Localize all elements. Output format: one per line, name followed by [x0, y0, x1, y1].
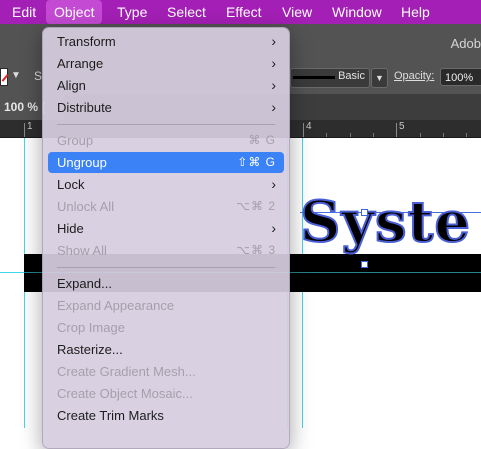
chevron-down-icon[interactable]: ▼ — [9, 68, 23, 84]
menu-item-shortcut: ⇧⌘ G — [237, 155, 276, 169]
chevron-right-icon: › — [271, 77, 276, 93]
stroke-profile-dropdown[interactable]: ▼ — [371, 68, 388, 88]
menu-item-hide[interactable]: Hide › — [48, 218, 284, 239]
ruler-tick — [24, 123, 25, 137]
menu-item-label: Arrange — [57, 56, 104, 71]
chevron-right-icon: › — [271, 176, 276, 192]
stroke-profile-label: Basic — [338, 70, 365, 82]
ruler-tick — [303, 123, 304, 137]
menu-item-label: Create Object Mosaic... — [57, 386, 193, 401]
menu-item-create-object-mosaic[interactable]: Create Object Mosaic... — [48, 383, 284, 404]
menu-item-unlock-all[interactable]: Unlock All ⌥⌘ 2 — [48, 196, 284, 217]
menu-item-label: Hide — [57, 221, 84, 236]
opacity-label[interactable]: Opacity: — [394, 70, 434, 82]
object-menu-dropdown: Transform › Arrange › Align › Distribute… — [42, 27, 290, 449]
menu-item-label: Create Gradient Mesh... — [57, 364, 196, 379]
menu-item-label: Distribute — [57, 100, 112, 115]
menu-item-ungroup[interactable]: Ungroup ⇧⌘ G — [48, 152, 284, 173]
selection-handle[interactable] — [361, 261, 368, 268]
menu-item-distribute[interactable]: Distribute › — [48, 97, 284, 118]
opacity-field[interactable]: 100% — [440, 68, 481, 86]
menu-item-transform[interactable]: Transform › — [48, 31, 284, 52]
menu-item-label: Create Trim Marks — [57, 408, 164, 423]
menu-item-label: Group — [57, 133, 94, 148]
menu-item-label: Show All — [57, 243, 107, 258]
stroke-label: S — [34, 69, 43, 83]
menu-item-label: Unlock All — [57, 199, 115, 214]
menu-object[interactable]: Object — [46, 0, 103, 24]
menu-window[interactable]: Window — [324, 0, 390, 24]
menu-item-show-all[interactable]: Show All ⌥⌘ 3 — [48, 240, 284, 261]
menu-item-create-trim-marks[interactable]: Create Trim Marks — [48, 405, 284, 426]
menu-item-arrange[interactable]: Arrange › — [48, 53, 284, 74]
menu-item-label: Align — [57, 78, 86, 93]
menu-type[interactable]: Type — [109, 0, 155, 24]
menu-item-expand[interactable]: Expand... — [48, 273, 284, 294]
fill-swatch[interactable] — [0, 68, 8, 86]
menu-item-label: Expand Appearance — [57, 298, 175, 313]
menu-item-shortcut: ⌥⌘ 2 — [236, 199, 276, 213]
menu-item-label: Rasterize... — [57, 342, 123, 357]
menu-item-lock[interactable]: Lock › — [48, 174, 284, 195]
menu-separator — [57, 124, 275, 125]
ruler-label: 4 — [306, 121, 312, 132]
chevron-right-icon: › — [271, 55, 276, 71]
menu-item-label: Crop Image — [57, 320, 125, 335]
menu-edit[interactable]: Edit — [4, 0, 44, 24]
menu-item-crop-image[interactable]: Crop Image — [48, 317, 284, 338]
app-brand-label: Adob — [450, 36, 481, 51]
ruler-minor-tick — [443, 133, 444, 137]
menu-item-label: Expand... — [57, 276, 112, 291]
ruler-minor-tick — [373, 133, 374, 137]
ruler-tick — [396, 123, 397, 137]
menu-item-align[interactable]: Align › — [48, 75, 284, 96]
ruler-minor-tick — [326, 133, 327, 137]
ruler-minor-tick — [466, 133, 467, 137]
stroke-profile-field[interactable]: Basic — [290, 68, 370, 88]
menu-item-shortcut: ⌥⌘ 3 — [236, 243, 276, 257]
artwork-text-object[interactable]: Syste — [299, 193, 471, 251]
menu-item-label: Lock — [57, 177, 85, 192]
menu-view[interactable]: View — [274, 0, 320, 24]
menu-item-label: Transform — [57, 34, 116, 49]
menu-item-label: Ungroup — [57, 155, 107, 170]
chevron-right-icon: › — [271, 99, 276, 115]
selection-handle[interactable] — [361, 209, 368, 216]
ruler-minor-tick — [350, 133, 351, 137]
menu-select[interactable]: Select — [159, 0, 214, 24]
ruler-label: 5 — [399, 121, 405, 132]
stroke-preview-line — [293, 76, 335, 79]
menu-help[interactable]: Help — [393, 0, 438, 24]
menu-item-expand-appearance[interactable]: Expand Appearance — [48, 295, 284, 316]
ruler-label: 1 — [27, 121, 33, 132]
ruler-minor-tick — [420, 133, 421, 137]
menu-effect[interactable]: Effect — [218, 0, 270, 24]
app-menubar: Edit Object Type Select Effect View Wind… — [0, 0, 481, 24]
chevron-right-icon: › — [271, 220, 276, 236]
chevron-right-icon: › — [271, 33, 276, 49]
menu-item-rasterize[interactable]: Rasterize... — [48, 339, 284, 360]
menu-item-shortcut: ⌘ G — [248, 133, 276, 147]
menu-separator — [57, 267, 275, 268]
menu-item-create-gradient-mesh[interactable]: Create Gradient Mesh... — [48, 361, 284, 382]
menu-item-group[interactable]: Group ⌘ G — [48, 130, 284, 151]
